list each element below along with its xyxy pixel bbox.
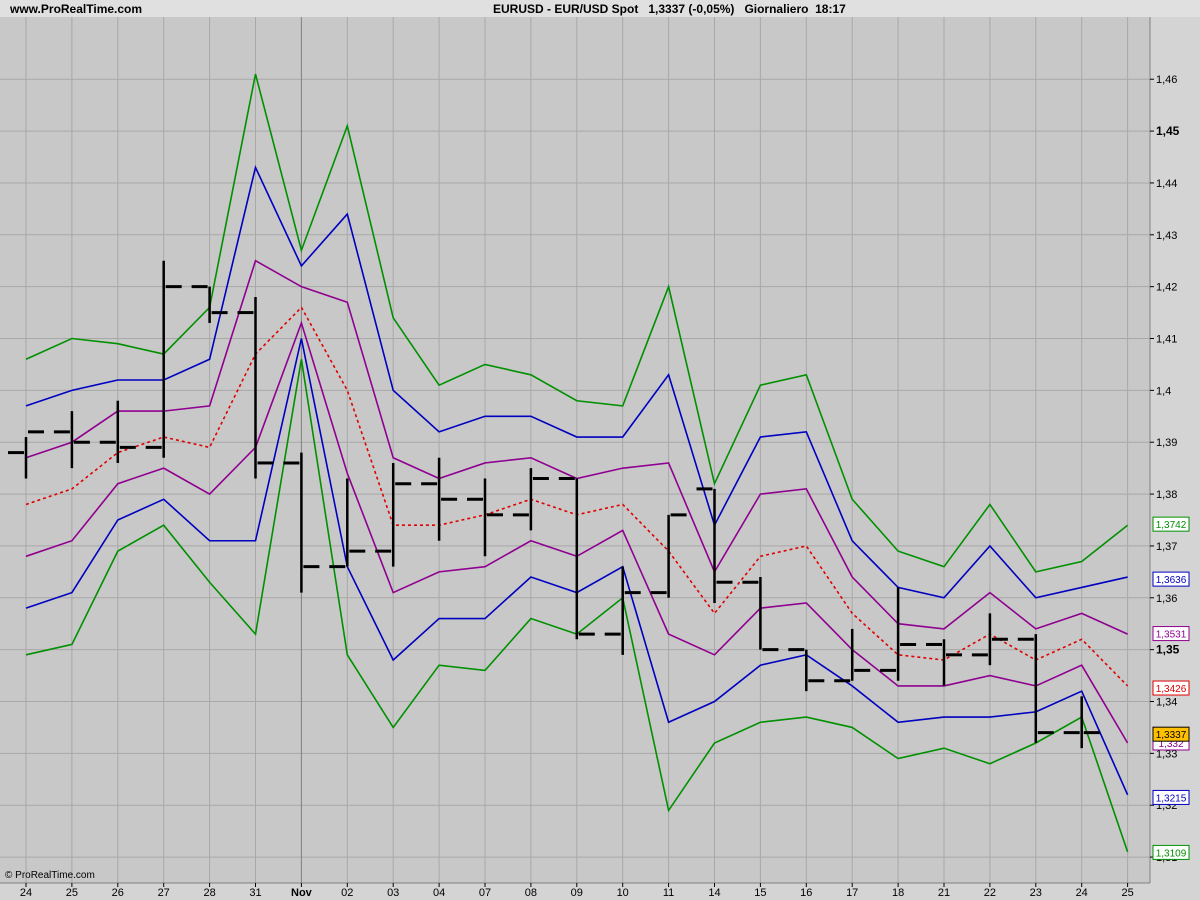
x-tick-label: 04 xyxy=(433,887,445,899)
x-tick-label: 17 xyxy=(846,887,858,899)
chart-title: EURUSD - EUR/USD Spot 1,3337 (-0,05%) Gi… xyxy=(493,2,846,16)
x-tick-label: 08 xyxy=(525,887,537,899)
x-tick-label: 07 xyxy=(479,887,491,899)
x-tick-label: 28 xyxy=(203,887,215,899)
value-tag-label: 1,3215 xyxy=(1156,793,1187,804)
copyright-notice: © ProRealTime.com xyxy=(5,870,95,881)
value-tag-label: 1,3109 xyxy=(1156,848,1187,859)
y-tick-label: 1,35 xyxy=(1156,643,1180,657)
price-chart[interactable]: 1,311,321,331,341,351,361,371,381,391,41… xyxy=(0,17,1200,900)
x-tick-label: 31 xyxy=(249,887,261,899)
x-tick-label: 22 xyxy=(984,887,996,899)
value-tag-label: 1,3636 xyxy=(1156,575,1187,586)
x-tick-label: 25 xyxy=(66,887,78,899)
value-tag-label: 1,3426 xyxy=(1156,684,1187,695)
x-tick-label: 03 xyxy=(387,887,399,899)
value-tag-label: 1,3531 xyxy=(1156,630,1187,641)
symbol-name: EURUSD - EUR/USD Spot xyxy=(493,2,639,16)
y-tick-label: 1,44 xyxy=(1156,178,1177,190)
x-tick-label: Nov xyxy=(291,887,313,899)
y-tick-label: 1,4 xyxy=(1156,385,1171,397)
value-tag-label: 1,3337 xyxy=(1156,730,1187,741)
x-tick-label: 10 xyxy=(617,887,629,899)
x-tick-label: 24 xyxy=(1076,887,1088,899)
clock-time: 18:17 xyxy=(815,2,846,16)
x-tick-label: 21 xyxy=(938,887,950,899)
y-tick-label: 1,37 xyxy=(1156,541,1177,553)
y-tick-label: 1,36 xyxy=(1156,593,1177,605)
y-tick-label: 1,34 xyxy=(1156,697,1177,709)
y-tick-label: 1,42 xyxy=(1156,282,1177,294)
y-tick-label: 1,43 xyxy=(1156,230,1177,242)
x-tick-label: 26 xyxy=(112,887,124,899)
x-tick-label: 25 xyxy=(1121,887,1133,899)
value-tag-label: 1,3742 xyxy=(1156,520,1187,531)
site-url: www.ProRealTime.com xyxy=(10,2,143,16)
x-tick-label: 23 xyxy=(1030,887,1042,899)
y-tick-label: 1,46 xyxy=(1156,74,1177,86)
y-tick-label: 1,39 xyxy=(1156,437,1177,449)
x-tick-label: 11 xyxy=(663,887,674,899)
y-tick-label: 1,45 xyxy=(1156,124,1180,138)
x-tick-label: 09 xyxy=(571,887,583,899)
x-tick-label: 18 xyxy=(892,887,904,899)
x-tick-label: 16 xyxy=(800,887,812,899)
y-tick-label: 1,41 xyxy=(1156,334,1177,346)
x-tick-label: 02 xyxy=(341,887,353,899)
y-tick-label: 1,38 xyxy=(1156,489,1177,501)
y-axis-panel xyxy=(1150,17,1200,900)
x-tick-label: 14 xyxy=(708,887,720,899)
chart-header: www.ProRealTime.com EURUSD - EUR/USD Spo… xyxy=(0,0,1200,17)
period-label: Giornaliero xyxy=(744,2,809,16)
x-tick-label: 24 xyxy=(20,887,32,899)
last-price: 1,3337 (-0,05%) xyxy=(648,2,735,16)
x-tick-label: 27 xyxy=(158,887,170,899)
x-tick-label: 15 xyxy=(754,887,766,899)
